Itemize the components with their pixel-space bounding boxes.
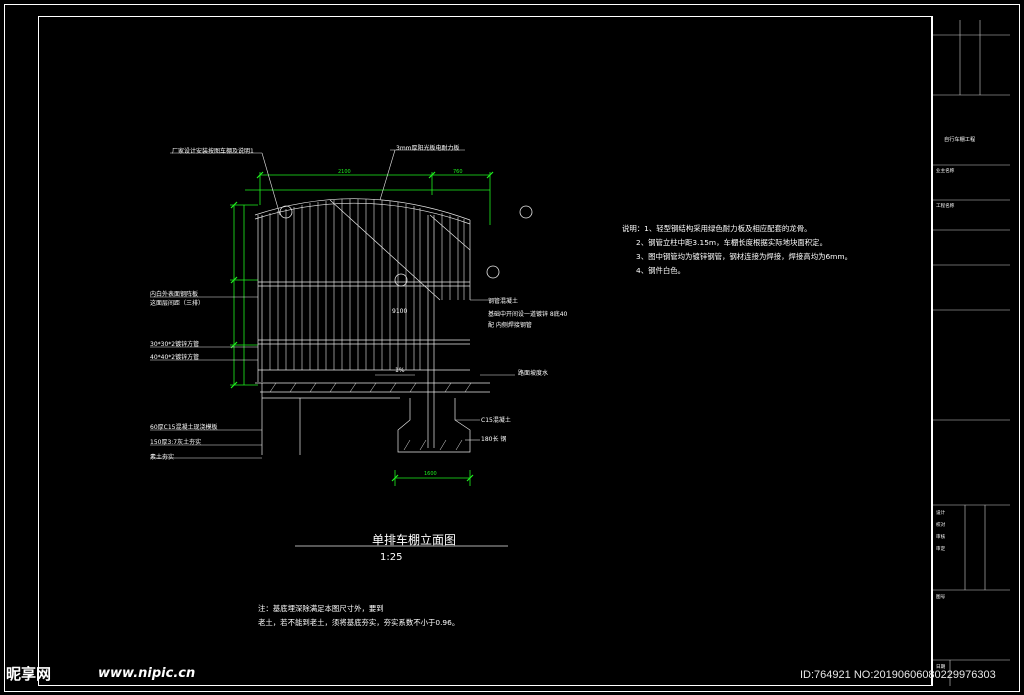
drawing-scale: 1:25 [380,552,403,563]
bottom-note-1: 注：基底埋深除满足本图尺寸外，要到 [258,604,384,613]
center-dim: 9100 [392,308,408,315]
dim-top-2: 760 [453,169,463,175]
right-label-6: 180长 钢 [481,436,507,443]
title-block-project: 自行车棚工程 [944,137,976,143]
left-label-6: 150厚3:7灰土夯实 [150,439,202,446]
right-label-4: 路面坡度水 [518,370,549,377]
left-label-5: 60厚C15混凝土现浇模板 [150,424,218,431]
dim-top-1: 2100 [338,169,351,175]
note-4: 4、钢件白色。 [636,266,686,275]
left-label-1: 内白外表面钢阵板 [150,291,199,298]
leader-lines [150,149,515,459]
title-block-row-1: 业主名称 [936,169,955,174]
right-label-3: 配 内侧焊接钢管 [488,322,532,329]
bottom-note-2: 老土，若不能到老土，须将基底夯实，夯实系数不小于0.96。 [258,618,460,627]
slope-label: 1% [395,367,405,374]
roof-label: 3mm厚阳光板电耐力板 [396,145,460,152]
shelter-frame [254,198,471,448]
note-2: 2、钢管立柱中距3.15m，车棚长度根据实际地块面积定。 [636,238,827,247]
title-block-reviewer: 审核 [936,535,946,540]
title-block-approver: 审定 [936,547,946,552]
note-3: 3、图中钢管均为镀锌钢管，钢材连接为焊接，焊接高均为6mm。 [636,252,852,261]
drawing-title: 单排车棚立面图 [372,533,457,547]
left-label-3: 30*30*2镀锌方管 [150,341,200,348]
right-label-2: 基础中开间设一道镀锌 8底40 [488,311,568,318]
foundation [255,382,490,455]
title-block-checker: 校对 [936,523,946,528]
right-label-1: 钢管混凝土 [488,298,519,305]
title-block-drawing-no: 图号 [936,595,946,600]
title-block-row-2: 工程名称 [936,204,955,209]
title-block [932,16,1010,686]
left-label-4: 40*40*2镀锌方管 [150,354,200,361]
right-label-5: C15混凝土 [481,417,511,424]
watermark-logo: 昵享网 [6,665,52,683]
top-note: 厂家设计安装按图车棚及说明1 [172,148,254,155]
watermark-id: ID:764921 NO:20190606080229976303 [800,669,996,681]
note-1: 说明：1、轻型钢结构采用绿色耐力板及相应配套的龙骨。 [622,224,812,233]
watermark-url: www.nipic.cn [98,666,196,681]
title-block-designer: 设计 [936,511,946,516]
dim-bottom: 1600 [424,471,437,477]
dimension-lines [230,172,491,486]
left-label-2: 这面层间距（三排） [150,300,205,307]
left-label-7: 素土夯实 [150,454,175,461]
